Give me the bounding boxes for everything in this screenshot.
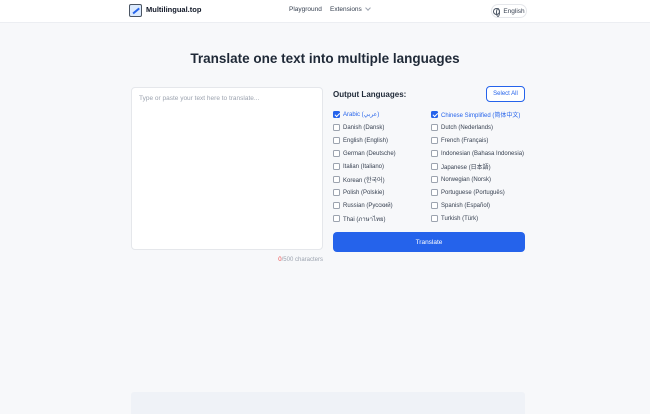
language-option-label: Chinese Simplified (简体中文): [441, 113, 521, 119]
language-option-label: German (Deutsche): [343, 150, 396, 157]
language-option[interactable]: Indonesian (Bahasa Indonesia): [431, 147, 525, 160]
select-all-button[interactable]: Select All: [486, 86, 525, 102]
language-option[interactable]: Thai (ภาษาไทย): [333, 212, 431, 225]
top-navbar: Multilingual.top Playground Extensions E…: [0, 0, 650, 23]
language-checkbox[interactable]: [431, 124, 438, 131]
language-checkbox[interactable]: [333, 111, 340, 118]
language-option-label: Korean (한국어): [343, 178, 385, 184]
language-checkbox[interactable]: [333, 176, 340, 183]
language-checkbox[interactable]: [431, 150, 438, 157]
language-option-label: Norwegian (Norsk): [441, 176, 492, 183]
language-option[interactable]: Japanese (日本語): [431, 160, 525, 173]
language-option[interactable]: Portuguese (Português): [431, 186, 525, 199]
language-checkbox[interactable]: [431, 111, 438, 118]
nav-playground-link[interactable]: Playground: [289, 6, 322, 13]
language-option[interactable]: Italian (Italiano): [333, 160, 431, 173]
language-option[interactable]: Arabic (عربي): [333, 108, 431, 121]
output-languages-label: Output Languages:: [333, 90, 407, 99]
language-checkbox[interactable]: [431, 215, 438, 222]
language-selector-label: English: [503, 7, 525, 15]
language-checkbox[interactable]: [431, 163, 438, 170]
language-option-label: Polish (Polskie): [343, 189, 385, 196]
language-checkbox[interactable]: [333, 163, 340, 170]
language-checkbox[interactable]: [333, 150, 340, 157]
results-panel: [131, 392, 525, 414]
translate-button[interactable]: Translate: [333, 232, 525, 252]
language-option[interactable]: Turkish (Türk): [431, 212, 525, 225]
language-option-label: English (English): [343, 137, 389, 144]
language-checkbox[interactable]: [431, 137, 438, 144]
language-checkbox[interactable]: [431, 176, 438, 183]
language-option[interactable]: German (Deutsche): [333, 147, 431, 160]
language-option[interactable]: Dutch (Nederlands): [431, 121, 525, 134]
language-option-label: Dutch (Nederlands): [441, 124, 494, 131]
nav-extensions-menu[interactable]: Extensions: [330, 4, 371, 13]
language-option[interactable]: Polish (Polskie): [333, 186, 431, 199]
language-option[interactable]: Danish (Dansk): [333, 121, 431, 134]
brand-name[interactable]: Multilingual.top: [146, 5, 201, 14]
language-checkbox-grid: Arabic (عربي) Chinese Simplified (简体中文) Da…: [333, 108, 525, 225]
globe-icon: [493, 7, 501, 17]
language-option-label: French (Français): [441, 137, 489, 144]
language-checkbox[interactable]: [431, 202, 438, 209]
language-option[interactable]: Chinese Simplified (简体中文): [431, 108, 525, 121]
language-option-label: Japanese (日本語): [441, 165, 491, 171]
source-text-input[interactable]: [131, 87, 323, 250]
language-option[interactable]: Spanish (Español): [431, 199, 525, 212]
language-option-label: Indonesian (Bahasa Indonesia): [441, 150, 525, 157]
language-option-label: Portuguese (Português): [441, 189, 505, 196]
language-option-label: Danish (Dansk): [343, 124, 385, 131]
language-option[interactable]: Russian (Русский): [333, 199, 431, 212]
language-checkbox[interactable]: [431, 189, 438, 196]
language-checkbox[interactable]: [333, 189, 340, 196]
character-counter: 0/500 characters: [131, 257, 323, 263]
language-option-label: Thai (ภาษาไทย): [343, 216, 386, 223]
language-option-label: Turkish (Türk): [441, 215, 479, 222]
language-option[interactable]: Korean (한국어): [333, 173, 431, 186]
nav-extensions-label: Extensions: [330, 6, 362, 13]
language-checkbox[interactable]: [333, 202, 340, 209]
language-checkbox[interactable]: [333, 137, 340, 144]
translate-logo-icon[interactable]: [129, 4, 142, 17]
language-option-label: Spanish (Español): [441, 202, 491, 209]
language-option-label: Russian (Русский): [343, 202, 393, 209]
character-limit: /500 characters: [281, 257, 323, 263]
language-selector-button[interactable]: English: [491, 4, 527, 18]
language-checkbox[interactable]: [333, 124, 340, 131]
language-option[interactable]: French (Français): [431, 134, 525, 147]
language-option-label: Arabic (عربي): [343, 112, 380, 118]
page-title: Translate one text into multiple languag…: [190, 51, 460, 66]
language-option-label: Italian (Italiano): [343, 163, 385, 170]
chevron-down-icon: [364, 4, 371, 11]
language-checkbox[interactable]: [333, 215, 340, 222]
language-option[interactable]: Norwegian (Norsk): [431, 173, 525, 186]
language-option[interactable]: English (English): [333, 134, 431, 147]
